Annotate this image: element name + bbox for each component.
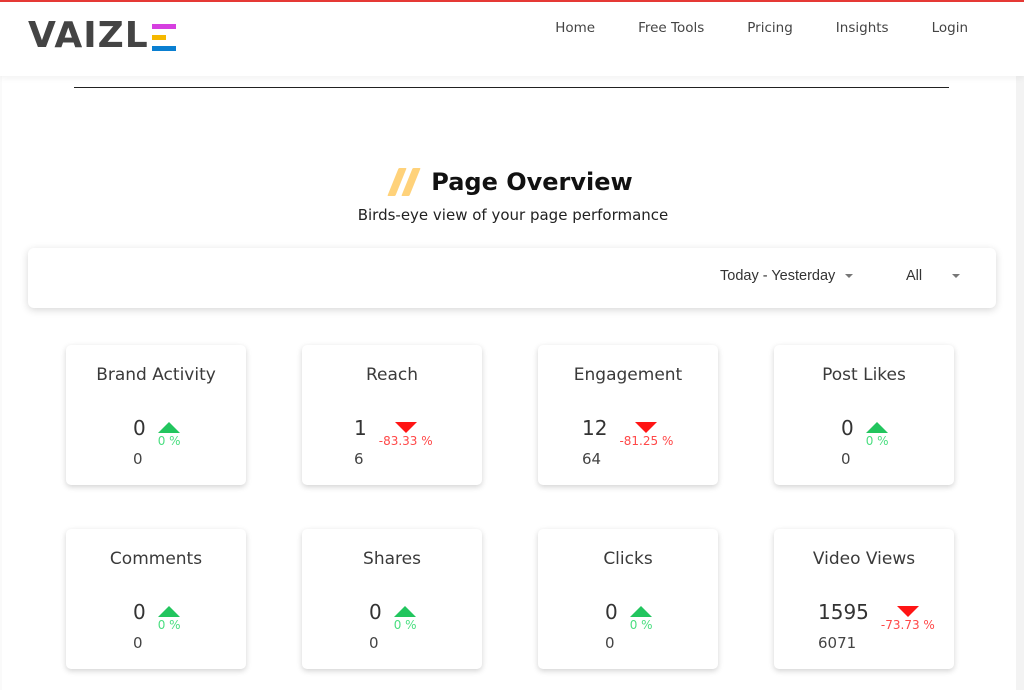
metric-body: 1 6 -83.33 % [302, 415, 482, 475]
metric-previous-value: 6 [354, 450, 364, 468]
metric-change-percent: 0 % [393, 618, 417, 632]
metric-change: -83.33 % [379, 422, 433, 469]
section-header: Page Overview Birds-eye view of your pag… [2, 168, 1024, 224]
triangle-down-icon [394, 422, 417, 433]
metric-change: 0 % [158, 422, 181, 469]
nav-login[interactable]: Login [932, 20, 968, 36]
metric-previous-value: 64 [582, 450, 602, 468]
metric-change-percent: 0 % [629, 618, 653, 632]
metric-current-value: 0 [605, 600, 618, 624]
metric-previous-value: 0 [369, 634, 379, 652]
metric-previous-value: 0 [841, 450, 851, 468]
metric-current-value: 0 [369, 600, 382, 624]
nav-links: Home Free Tools Pricing Insights Login [512, 20, 968, 36]
metric-change: 0 % [630, 606, 653, 653]
metric-card-clicks: Clicks 0 0 0 % [538, 529, 718, 669]
nav-insights[interactable]: Insights [836, 20, 889, 36]
metric-change-percent: 0 % [157, 434, 181, 448]
page-subtitle: Birds-eye view of your page performance [357, 206, 669, 224]
triangle-up-icon [866, 422, 889, 433]
metric-body: 0 0 0 % [66, 599, 246, 659]
metric-body: 12 64 -81.25 % [538, 415, 718, 475]
metric-previous-value: 0 [133, 450, 143, 468]
metric-card-post-likes: Post Likes 0 0 0 % [774, 345, 954, 485]
metric-change-percent: -81.25 % [619, 434, 674, 448]
metric-title: Clicks [603, 549, 653, 569]
metric-change: 0 % [866, 422, 889, 469]
nav-free-tools[interactable]: Free Tools [638, 20, 704, 36]
metric-change: 0 % [394, 606, 417, 653]
metric-change: -73.73 % [881, 606, 935, 653]
caret-down-icon [845, 274, 854, 278]
metric-card-comments: Comments 0 0 0 % [66, 529, 246, 669]
divider [74, 87, 949, 88]
triangle-up-icon [158, 422, 181, 433]
nav-pricing[interactable]: Pricing [747, 20, 793, 36]
metric-previous-value: 0 [133, 634, 143, 652]
metric-change-percent: -73.73 % [880, 618, 935, 632]
date-range-value: Today - Yesterday [720, 268, 836, 284]
scrollbar-track[interactable] [1016, 76, 1024, 690]
vaizle-logo[interactable]: VAIZL [28, 18, 176, 54]
metric-title: Post Likes [822, 365, 906, 385]
metric-body: 0 0 0 % [66, 415, 246, 475]
metric-card-brand-activity: Brand Activity 0 0 0 % [66, 345, 246, 485]
metric-change: -81.25 % [619, 422, 673, 469]
nav-home[interactable]: Home [555, 20, 595, 36]
main-content: Page Overview Birds-eye view of your pag… [2, 76, 1016, 690]
metric-title: Engagement [573, 365, 683, 385]
metric-current-value: 1 [354, 416, 367, 440]
metric-body: 1595 6071 -73.73 % [774, 599, 954, 659]
metric-body: 0 0 0 % [302, 599, 482, 659]
navbar: VAIZL Home Free Tools Pricing Insights L… [0, 2, 1024, 76]
triangle-up-icon [158, 606, 181, 617]
metric-body: 0 0 0 % [538, 599, 718, 659]
metric-card-shares: Shares 0 0 0 % [302, 529, 482, 669]
metric-title: Comments [109, 549, 203, 569]
metric-body: 0 0 0 % [774, 415, 954, 475]
logo-e-icon [151, 23, 176, 51]
metric-card-engagement: Engagement 12 64 -81.25 % [538, 345, 718, 485]
metric-current-value: 0 [841, 416, 854, 440]
metric-change-percent: 0 % [865, 434, 889, 448]
metric-title: Shares [363, 549, 421, 569]
double-slash-icon [387, 168, 421, 196]
triangle-down-icon [635, 422, 658, 433]
metric-previous-value: 6071 [818, 634, 857, 652]
logo-text: VAIZL [28, 15, 149, 56]
triangle-down-icon [896, 606, 919, 617]
metric-current-value: 0 [133, 600, 146, 624]
metric-current-value: 0 [133, 416, 146, 440]
metric-current-value: 12 [582, 416, 608, 440]
top-accent-bar [0, 0, 1024, 2]
scope-select[interactable]: All [906, 268, 961, 284]
metric-title: Reach [365, 365, 419, 385]
triangle-up-icon [630, 606, 653, 617]
metric-previous-value: 0 [605, 634, 615, 652]
metric-change-percent: -83.33 % [378, 434, 433, 448]
metric-title: Brand Activity [96, 365, 216, 385]
filter-bar: Today - Yesterday All [28, 248, 996, 308]
metric-change: 0 % [158, 606, 181, 653]
metric-card-video-views: Video Views 1595 6071 -73.73 % [774, 529, 954, 669]
metric-card-reach: Reach 1 6 -83.33 % [302, 345, 482, 485]
triangle-up-icon [394, 606, 417, 617]
metric-change-percent: 0 % [157, 618, 181, 632]
metric-current-value: 1595 [818, 600, 869, 624]
date-range-select[interactable]: Today - Yesterday [720, 268, 854, 284]
metric-title: Video Views [812, 549, 916, 569]
scope-value: All [906, 268, 923, 284]
page-title: Page Overview [431, 168, 633, 196]
caret-down-icon [952, 274, 961, 278]
